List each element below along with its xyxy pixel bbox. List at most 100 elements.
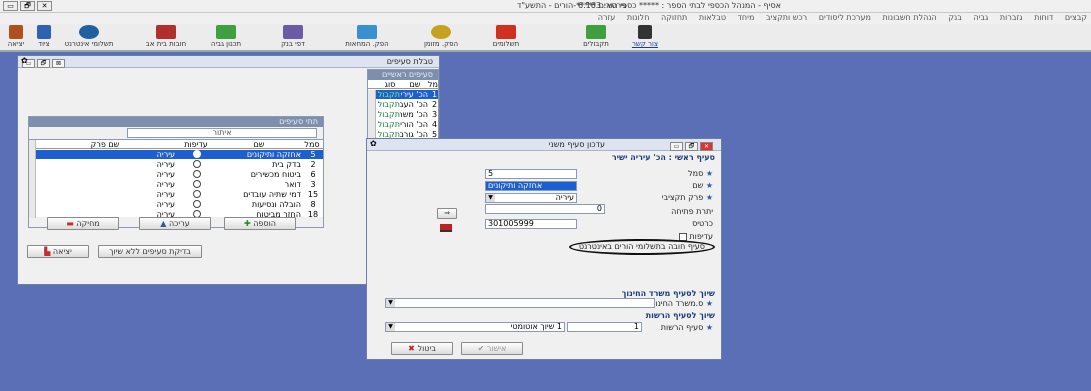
window-app-icon: ✿	[21, 56, 28, 65]
receipt-icon	[586, 25, 606, 39]
sub-sections-scrollbar[interactable]	[29, 140, 36, 218]
menu-treasury[interactable]: גזברות	[1000, 13, 1023, 22]
toolbar-receipts[interactable]: תקבולים	[565, 25, 627, 51]
priority-radio[interactable]	[193, 160, 201, 168]
main-sections-scrollbar[interactable]	[368, 90, 376, 140]
name-label: ★ שם	[692, 181, 713, 190]
table-row[interactable]: 3 הכ' משרד חינוך תקבולים	[368, 110, 438, 119]
menu-help[interactable]: עזרה	[598, 13, 616, 22]
menu-bar: קבצים דוחות גזברות גביה בנק הנהלת חשבונו…	[0, 13, 1091, 24]
authority-number-field[interactable]: 1	[567, 322, 642, 332]
delete-button[interactable]: ▬ מחיקה	[47, 217, 119, 230]
bank-page-icon	[283, 25, 303, 39]
ok-button[interactable]: ✔ אישור	[461, 342, 523, 355]
priority-radio[interactable]	[193, 200, 201, 208]
ministry-select[interactable]: ▼	[385, 298, 655, 308]
main-section-title: סעיף ראשי : הכ' עיריה ישיר	[611, 153, 715, 162]
menu-tables[interactable]: טבלאות	[699, 13, 726, 22]
arrow-up-icon: ▲	[160, 219, 169, 228]
toolbar-equipment[interactable]: ציוד	[30, 25, 58, 51]
priority-radio[interactable]	[193, 180, 201, 188]
card-field[interactable]: 301005999	[485, 219, 577, 229]
minimize-button[interactable]: ▭	[670, 142, 683, 151]
chevron-down-icon[interactable]: ▼	[386, 323, 395, 331]
table-row[interactable]: 6 ביטוח מכשירים עיריה	[29, 170, 323, 179]
close-button[interactable]: ⊠	[52, 59, 65, 68]
table-row[interactable]: 2 הכ' העברות ממשל תקבולים	[368, 100, 438, 109]
edit-button[interactable]: ▲ עריכה	[139, 217, 211, 230]
menu-windows[interactable]: חלונות	[627, 13, 650, 22]
globe-icon	[79, 25, 99, 39]
edit-sub-section-dialog: עדכון סעיף משני ▭ 🗗 ✕ ✿ סעיף ראשי : הכ' עי…	[366, 138, 722, 360]
exit-button[interactable]: ▙ יציאה	[27, 245, 89, 258]
table-row[interactable]: 8 הובלה ונסיעות עיריה	[29, 200, 323, 209]
table-row[interactable]: 4 הכ' הורים תקבולים	[368, 120, 438, 129]
menu-special[interactable]: מיחד	[738, 13, 755, 22]
table-row[interactable]: 1 הכ' עיריה ישיר תקבולים	[368, 90, 438, 99]
toolbar-household-debts[interactable]: חובות בית אב	[135, 25, 197, 51]
card-label: כרטיס	[692, 219, 713, 228]
payment-icon	[496, 25, 516, 39]
toolbar-payments[interactable]: תשלומים	[475, 25, 537, 51]
toolbar-collection-planning[interactable]: תכנון גביה	[195, 25, 257, 51]
table-row[interactable]: 5 אחזקה ותיקונים עיריה	[29, 150, 323, 159]
toolbar-issue-checks[interactable]: הפק. המחאות	[336, 25, 398, 51]
authority-select[interactable]: 1 שיוך אוטומטי ▼	[385, 322, 565, 332]
close-button[interactable]: ✕	[700, 142, 713, 151]
toolbar-bank-statements[interactable]: דפי בנק	[262, 25, 324, 51]
menu-maintenance[interactable]: תחזוקה	[661, 13, 687, 22]
toolbar-issue-cash[interactable]: הפק. מזומן	[410, 25, 472, 51]
table-row[interactable]: 15 דמי שתיה עובדים עיריה	[29, 190, 323, 199]
x-icon: ✖	[408, 344, 418, 353]
main-sections-grid-header: סמל שם סוג	[368, 80, 438, 89]
menu-reports[interactable]: דוחות	[1034, 13, 1053, 22]
filter-input[interactable]: איתור	[127, 128, 317, 138]
required-star-icon: ★	[703, 181, 713, 190]
chevron-down-icon[interactable]: ▼	[386, 299, 395, 307]
table-row[interactable]: 2 בדק בית עיריה	[29, 160, 323, 169]
toolbar-contact[interactable]: צור קשר	[630, 25, 660, 51]
table-row[interactable]: 3 דואר עיריה	[29, 180, 323, 189]
symbol-label: ★ סמל	[688, 169, 713, 178]
authority-section-title: שיוך לסעיף הרשות	[645, 311, 715, 320]
card-icon[interactable]	[440, 224, 452, 232]
restore-button[interactable]: 🗗	[37, 59, 50, 68]
chevron-down-icon[interactable]: ▼	[486, 194, 495, 202]
restore-button[interactable]: 🗗	[20, 1, 35, 11]
menu-elementary[interactable]: מערכת ליסודים	[819, 13, 871, 22]
open-balance-field[interactable]: 0	[485, 204, 605, 214]
main-sections-header: סעיפים ראשיים	[368, 70, 438, 80]
card-lookup-button[interactable]: ⇒	[437, 208, 457, 219]
plus-icon: ✚	[243, 219, 254, 228]
name-field[interactable]: אחזקה ותיקונים	[485, 181, 577, 191]
toolbar-internet-payments[interactable]: תשלומי אינטרנט	[58, 25, 120, 51]
toolbar: יציאה ציוד תשלומי אינטרנט חובות בית אב ת…	[0, 24, 1091, 52]
cancel-button[interactable]: ✖ ביטול	[391, 342, 453, 355]
main-sections-panel: סעיפים ראשיים סמל שם סוג 1 הכ' עיריה ישי…	[367, 69, 439, 141]
restore-button[interactable]: 🗗	[685, 142, 698, 151]
check-unassigned-button[interactable]: בדיקת סעיפים ללא שיוך	[98, 245, 202, 258]
symbol-field[interactable]: 5	[485, 169, 577, 179]
house-icon	[156, 25, 176, 39]
open-balance-label: יתרת פתיחה	[671, 207, 713, 216]
sub-sections-grid: סמל שם עדיפות שם פרק 5 אחזקה ותיקונים עי…	[29, 139, 323, 219]
priority-radio[interactable]	[193, 190, 201, 198]
menu-accounting[interactable]: הנהלת חשבונות	[882, 13, 936, 22]
menu-files[interactable]: קבצים	[1065, 13, 1087, 22]
required-star-icon: ★	[703, 299, 713, 308]
toolbar-exit[interactable]: יציאה	[2, 25, 30, 51]
coin-icon	[431, 25, 451, 39]
check-icon	[357, 25, 377, 39]
menu-purchasing[interactable]: רכש ותקציב	[766, 13, 807, 22]
required-star-icon: ★	[703, 193, 713, 202]
priority-radio[interactable]	[193, 170, 201, 178]
menu-collection[interactable]: גביה	[973, 13, 988, 22]
add-button[interactable]: ✚ הוספה	[224, 217, 296, 230]
menu-bank[interactable]: בנק	[948, 13, 962, 22]
close-button[interactable]: ✕	[37, 1, 52, 11]
budget-select[interactable]: עיריה ▼	[485, 193, 577, 203]
contact-icon	[638, 25, 652, 39]
priority-radio[interactable]	[193, 150, 201, 158]
minimize-button[interactable]: ▭	[3, 1, 18, 11]
sub-sections-panel: תתי סעיפים איתור סמל שם עדיפות שם פרק 5 …	[28, 116, 324, 230]
